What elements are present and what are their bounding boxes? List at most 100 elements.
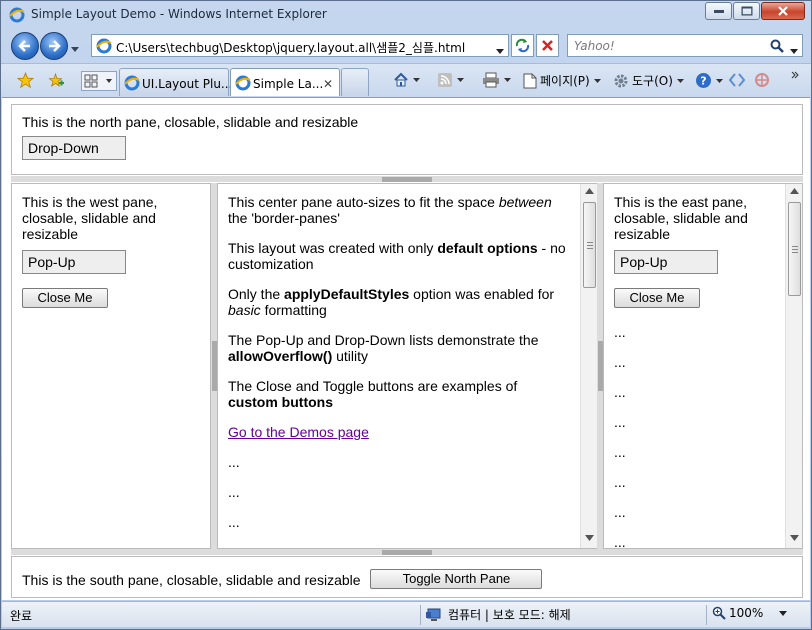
tools-menu[interactable]: 도구(O) — [613, 72, 684, 89]
scroll-up-icon[interactable] — [790, 188, 799, 197]
refresh-button[interactable] — [511, 34, 534, 57]
stop-button[interactable] — [536, 34, 559, 57]
west-popup-button[interactable]: Pop-Up — [22, 250, 126, 274]
close-window-button[interactable] — [761, 2, 805, 20]
center-paragraph: Only the applyDefaultStyles option was e… — [228, 286, 570, 318]
address-dropdown-icon[interactable] — [496, 43, 504, 57]
add-favorite-icon[interactable] — [47, 72, 64, 92]
computer-zone-icon — [426, 608, 441, 621]
ellipsis-line: ... — [614, 504, 626, 520]
scroll-thumb[interactable] — [583, 202, 596, 288]
minimize-button[interactable] — [705, 2, 732, 20]
chevron-down-icon — [779, 610, 788, 616]
west-pane: This is the west pane, closable, slidabl… — [11, 183, 211, 549]
north-toggler[interactable] — [382, 177, 432, 182]
ie-window: Simple Layout Demo - Windows Internet Ex… — [0, 0, 812, 630]
zoom-control[interactable]: 100% — [712, 606, 788, 620]
search-icon[interactable] — [770, 39, 784, 56]
page-icon — [96, 38, 112, 57]
toggle-north-pane-button[interactable]: Toggle North Pane — [370, 569, 543, 589]
close-tab-icon[interactable]: ✕ — [323, 77, 333, 91]
text-bold: allowOverflow() — [228, 348, 333, 364]
text: Only the — [228, 286, 285, 302]
rss-feed-icon — [438, 73, 452, 87]
text-emphasis: basic — [228, 302, 261, 318]
home-icon — [394, 72, 408, 87]
printer-icon — [483, 72, 499, 88]
center-paragraph: This center pane auto-sizes to fit the s… — [228, 194, 570, 226]
text: This layout was created with only — [228, 240, 438, 256]
window-title: Simple Layout Demo - Windows Internet Ex… — [31, 7, 327, 21]
chevron-down-icon — [593, 78, 601, 83]
maximize-button[interactable] — [733, 2, 760, 20]
chevron-down-icon — [716, 78, 723, 83]
page-menu[interactable]: 페이지(P) — [523, 72, 601, 89]
text: utility — [332, 348, 369, 364]
ellipsis-line: ... — [614, 324, 626, 340]
research-icon[interactable] — [728, 73, 746, 90]
center-scrollbar[interactable] — [580, 184, 597, 548]
text-emphasis: between — [498, 194, 552, 210]
search-box[interactable]: Yahoo! — [567, 34, 803, 57]
tools-menu-label: 도구(O) — [632, 74, 673, 88]
new-tab-button[interactable] — [341, 68, 369, 96]
address-bar[interactable]: C:\Users\techbug\Desktop\jquery.layout.a… — [91, 34, 509, 57]
east-scrollbar[interactable] — [785, 184, 802, 548]
text-bold: default options — [437, 240, 538, 256]
east-content: This is the east pane, closable, slidabl… — [604, 184, 785, 548]
ellipsis-line: ... — [614, 384, 626, 400]
feeds-button[interactable] — [437, 72, 464, 88]
search-dropdown-icon[interactable] — [790, 43, 798, 57]
tab-ui-layout[interactable]: UI.Layout Plu... — [119, 68, 232, 96]
help-button[interactable]: ? — [695, 72, 723, 89]
ellipsis-line: ... — [228, 454, 240, 470]
page-content: This is the north pane, closable, slidab… — [2, 97, 810, 600]
blog-icon[interactable] — [753, 71, 771, 92]
east-close-button[interactable]: Close Me — [614, 288, 700, 308]
north-resizer[interactable] — [11, 176, 803, 182]
scroll-down-icon[interactable] — [790, 535, 799, 544]
status-divider — [420, 605, 421, 625]
ellipsis-line: ... — [228, 484, 240, 500]
quick-tabs-icon[interactable] — [81, 71, 117, 94]
address-row: C:\Users\techbug\Desktop\jquery.layout.a… — [1, 29, 811, 63]
zoom-level: 100% — [729, 606, 764, 620]
demos-page-link[interactable]: Go to the Demos page — [228, 424, 369, 440]
favorites-star-icon[interactable] — [16, 71, 35, 92]
south-resizer[interactable] — [11, 549, 803, 555]
svg-text:?: ? — [700, 75, 706, 88]
scroll-up-icon[interactable] — [585, 188, 594, 197]
ellipsis-line: ... — [614, 474, 626, 490]
drop-down-button[interactable]: Drop-Down — [22, 136, 126, 160]
recent-pages-dropdown-icon[interactable] — [71, 41, 81, 52]
page-menu-label: 페이지(P) — [540, 74, 590, 88]
chevron-down-icon — [504, 78, 511, 82]
chevron-down-icon — [676, 78, 684, 83]
page-icon — [523, 73, 537, 88]
ellipsis-line: ... — [614, 444, 626, 460]
home-button[interactable] — [393, 72, 420, 88]
text: the 'border-panes' — [228, 210, 340, 226]
south-pane: This is the south pane, closable, slidab… — [11, 556, 803, 598]
west-close-button[interactable]: Close Me — [22, 288, 108, 308]
west-pane-text: This is the west pane, closable, slidabl… — [22, 194, 158, 242]
east-popup-button[interactable]: Pop-Up — [614, 250, 718, 274]
status-bar: 완료 컴퓨터 | 보호 모드: 해제 100% — [2, 601, 810, 627]
scroll-down-icon[interactable] — [585, 535, 594, 544]
tab-simple-layout[interactable]: Simple La... ✕ — [230, 68, 340, 96]
title-bar: Simple Layout Demo - Windows Internet Ex… — [1, 1, 811, 29]
chevron-down-icon — [457, 78, 464, 82]
text: The Close and Toggle buttons are example… — [228, 378, 518, 394]
back-button[interactable] — [11, 32, 39, 60]
security-zone[interactable]: 컴퓨터 | 보호 모드: 해제 — [426, 606, 571, 623]
ellipsis-line: ... — [228, 514, 240, 530]
south-toggler[interactable] — [382, 550, 432, 555]
chevron-more-icon[interactable] — [791, 68, 799, 82]
ie-logo-icon — [9, 7, 25, 23]
chevron-down-icon — [413, 78, 420, 82]
print-button[interactable] — [482, 72, 511, 88]
north-pane-text: This is the north pane, closable, slidab… — [22, 114, 359, 130]
scroll-thumb[interactable] — [788, 202, 801, 296]
forward-button[interactable] — [40, 32, 68, 60]
center-content: This center pane auto-sizes to fit the s… — [218, 184, 580, 548]
